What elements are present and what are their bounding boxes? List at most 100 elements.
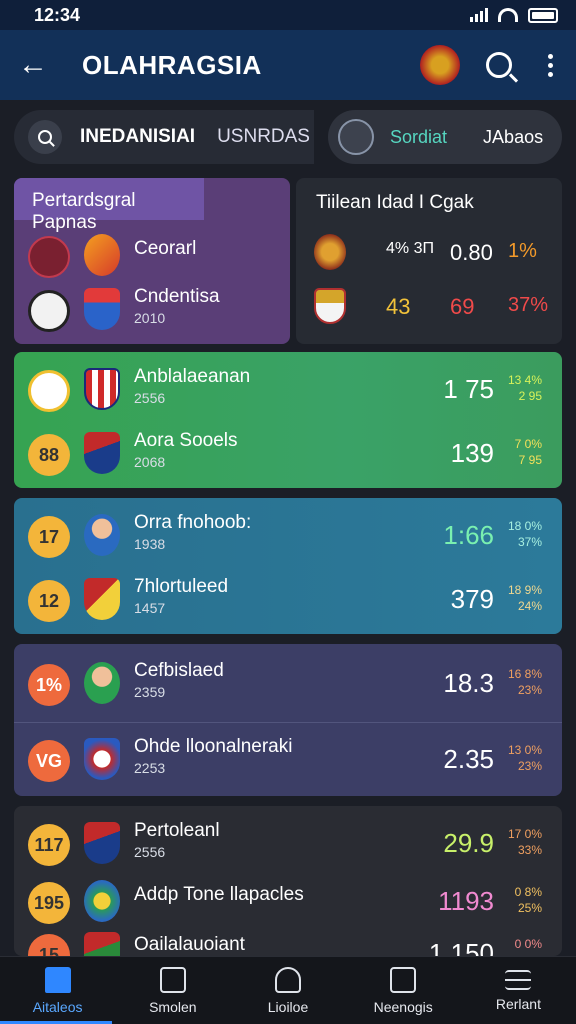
percent-bottom: 7 95 [518, 453, 542, 467]
list-item[interactable]: 195 Addp Tone llapacles 1193 0 8% 25% [14, 878, 562, 938]
globe-icon[interactable] [338, 119, 374, 155]
team-score: 1 75 [443, 374, 494, 404]
nav-item-menu[interactable]: Rerlant [461, 957, 576, 1024]
stats-row[interactable]: 4% 3Π 0.80 1% [296, 234, 562, 274]
rank-badge: 17 [28, 516, 70, 558]
team-group: 1% Cefbislaed 2359 18.3 16 8% 23% VG Ohde… [14, 644, 562, 796]
nav-item-home[interactable]: Aitaleos [0, 957, 115, 1024]
rank-badge: 15 [28, 934, 70, 956]
stat-value: 1% [508, 240, 537, 262]
nav-item-news[interactable]: Neenogis [346, 957, 461, 1024]
segment-control: Sordiat JAbaos [328, 110, 562, 164]
percent-bottom: 37% [517, 535, 542, 549]
team-percent: 0 0% [515, 936, 542, 952]
percent-top: 13 4% [507, 373, 542, 387]
stat-value: 0.80 [450, 240, 493, 265]
battery-icon [528, 7, 558, 23]
club-crest-icon [84, 578, 120, 620]
more-options-icon[interactable] [542, 53, 558, 77]
search-icon [38, 130, 52, 144]
team-score: 379 [450, 584, 494, 614]
team-name: Oailalauoiant [134, 934, 245, 955]
team-name: Ohde lloonalneraki [134, 736, 293, 757]
team-percent: 13 4% 2 95 [508, 372, 542, 404]
team-score: 1193 [438, 886, 494, 916]
team-percent: 13 0% 23% [508, 742, 542, 774]
team-name: Ceorarl [134, 238, 197, 259]
tab-indonesia[interactable]: INEDANISIAI [80, 126, 195, 148]
club-crest-icon [314, 234, 346, 270]
team-percent: 18 9% 24% [508, 582, 542, 614]
app-bar: ← OLAHRAGSIA [0, 30, 576, 100]
team-year: 2253 [134, 760, 166, 776]
list-item[interactable]: 17 Orra fnohoob: 1938 1:66 18 0% 37% [14, 512, 562, 572]
list-item[interactable]: 88 Aora Sooels 2068 139 7 0% 7 95 [14, 430, 562, 490]
percent-bottom: 23% [517, 759, 542, 773]
list-item[interactable]: 117 Pertoleanl 2556 29.9 17 0% 33% [14, 820, 562, 880]
club-crest-icon [84, 288, 120, 330]
app-title: OLAHRAGSIA [82, 49, 262, 80]
list-item[interactable]: 12 7hlortuleed 1457 379 18 9% 24% [14, 576, 562, 636]
rank-badge: 1% [28, 664, 70, 706]
nav-item-schedule[interactable]: Smolen [115, 957, 230, 1024]
percent-top: 13 0% [507, 743, 542, 757]
featured-heading: Pertardsgral Papnas [14, 178, 204, 233]
back-arrow-icon[interactable]: ← [18, 48, 58, 82]
filter-search-button[interactable] [28, 120, 62, 154]
percent-top: 16 8% [507, 667, 542, 681]
segment-standings[interactable]: Sordiat [390, 127, 447, 148]
club-crest-icon [84, 880, 120, 922]
rank-badge: 88 [28, 434, 70, 476]
team-score: 1.150 [428, 938, 494, 956]
percent-bottom: 25% [517, 901, 542, 915]
status-time: 12:34 [34, 4, 81, 25]
stats-panel: Tiilean Idad I Cgak 4% 3Π 0.80 1% 43 69 … [296, 178, 562, 344]
team-name: Addp Tone llapacles [134, 884, 304, 905]
team-year: 2556 [134, 390, 166, 406]
team-group: 17 Orra fnohoob: 1938 1:66 18 0% 37% 12 7… [14, 498, 562, 634]
percent-bottom: 33% [517, 843, 542, 857]
team-percent: 18 0% 37% [508, 518, 542, 550]
team-group: 117 Pertoleanl 2556 29.9 17 0% 33% 195 Ad… [14, 806, 562, 956]
news-icon [390, 966, 417, 993]
nav-item-teams[interactable]: Lioiloe [230, 957, 345, 1024]
team-name: Pertoleanl [134, 820, 220, 841]
stat-value: 4% 3Π [386, 240, 435, 257]
list-item[interactable]: 15 Oailalauoiant 1.150 0 0% [14, 930, 562, 956]
rank-badge: 12 [28, 580, 70, 622]
team-name: Aora Sooels [134, 430, 238, 451]
team-percent: 0 8% 25% [515, 884, 542, 916]
team-score: 29.9 [443, 828, 494, 858]
percent-top: 0 0% [514, 937, 542, 951]
rank-badge: VG [28, 740, 70, 782]
club-crest-icon [84, 368, 120, 410]
filter-tabs: INEDANISIAI USNRDAS [14, 110, 314, 164]
teams-icon [275, 966, 301, 993]
team-score: 139 [450, 438, 494, 468]
featured-card[interactable]: Pertardsgral Papnas Ceorarl Cndentisa 20… [14, 178, 290, 344]
menu-icon [505, 969, 532, 990]
search-icon[interactable] [486, 52, 512, 78]
list-item[interactable]: 1% Cefbislaed 2359 18.3 16 8% 23% [14, 660, 562, 720]
list-item[interactable]: Anblalaeanan 2556 1 75 13 4% 2 95 [14, 366, 562, 426]
team-year: 2556 [134, 844, 166, 860]
team-name: Cndentisa [134, 286, 220, 307]
team-group: Anblalaeanan 2556 1 75 13 4% 2 95 88 Aora… [14, 352, 562, 488]
stats-row[interactable]: 43 69 37% [296, 288, 562, 328]
tab-national[interactable]: USNRDAS [217, 126, 310, 148]
team-year: 2359 [134, 684, 166, 700]
team-score: 2.35 [443, 744, 494, 774]
club-crest-icon [84, 932, 120, 956]
club-logo-icon [28, 290, 70, 332]
list-item[interactable]: Ceorarl [14, 232, 290, 292]
nav-label: Neenogis [373, 998, 433, 1015]
segment-schedule[interactable]: JAbaos [483, 127, 543, 148]
team-year: 2068 [134, 454, 166, 470]
percent-top: 18 9% [507, 583, 542, 597]
list-item[interactable]: Cndentisa 2010 [14, 286, 290, 346]
stats-title: Tiilean Idad I Cgak [316, 192, 474, 213]
team-name: 7hlortuleed [134, 576, 229, 597]
bottom-nav: Aitaleos Smolen Lioiloe Neenogis Rerlant [0, 956, 576, 1024]
list-item[interactable]: VG Ohde lloonalneraki 2253 2.35 13 0% 23% [14, 736, 562, 796]
home-icon [44, 966, 71, 993]
